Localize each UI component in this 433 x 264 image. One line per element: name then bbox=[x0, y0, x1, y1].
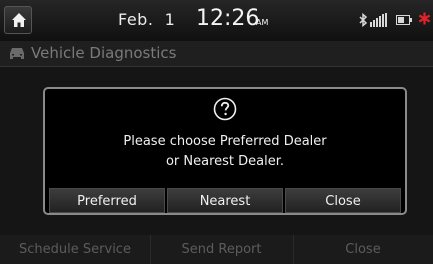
date-display: Feb. 1 bbox=[118, 10, 176, 29]
car-icon bbox=[10, 48, 24, 59]
clock-time: 12:26 bbox=[196, 6, 260, 31]
nearest-button[interactable]: Nearest bbox=[167, 188, 283, 213]
question-icon bbox=[213, 97, 237, 121]
dialog-message-line1: Please choose Preferred Dealer bbox=[123, 134, 327, 149]
dialog-message-line2: or Nearest Dealer. bbox=[165, 154, 285, 169]
page-title: Vehicle Diagnostics bbox=[31, 44, 177, 62]
clock-am-pm: AM bbox=[256, 18, 269, 27]
preferred-button[interactable]: Preferred bbox=[49, 188, 165, 213]
bottom-action-bar: Schedule Service Send Report Close bbox=[0, 235, 433, 264]
send-report-button: Send Report bbox=[150, 235, 294, 264]
home-icon bbox=[12, 13, 26, 27]
schedule-service-button: Schedule Service bbox=[0, 235, 151, 264]
close-background-button: Close bbox=[345, 242, 381, 257]
screen-title-bar: Vehicle Diagnostics bbox=[0, 41, 433, 67]
battery-icon bbox=[396, 15, 412, 25]
status-bar: Feb. 1 12:26 AM bbox=[0, 0, 433, 41]
dealer-choice-dialog: Please choose Preferred Dealer or Neares… bbox=[43, 87, 407, 215]
close-button[interactable]: Close bbox=[285, 188, 401, 213]
alert-asterisk-icon bbox=[418, 12, 431, 25]
home-button[interactable] bbox=[4, 6, 32, 34]
signal-bars-icon bbox=[370, 13, 387, 27]
bluetooth-icon bbox=[359, 13, 368, 27]
